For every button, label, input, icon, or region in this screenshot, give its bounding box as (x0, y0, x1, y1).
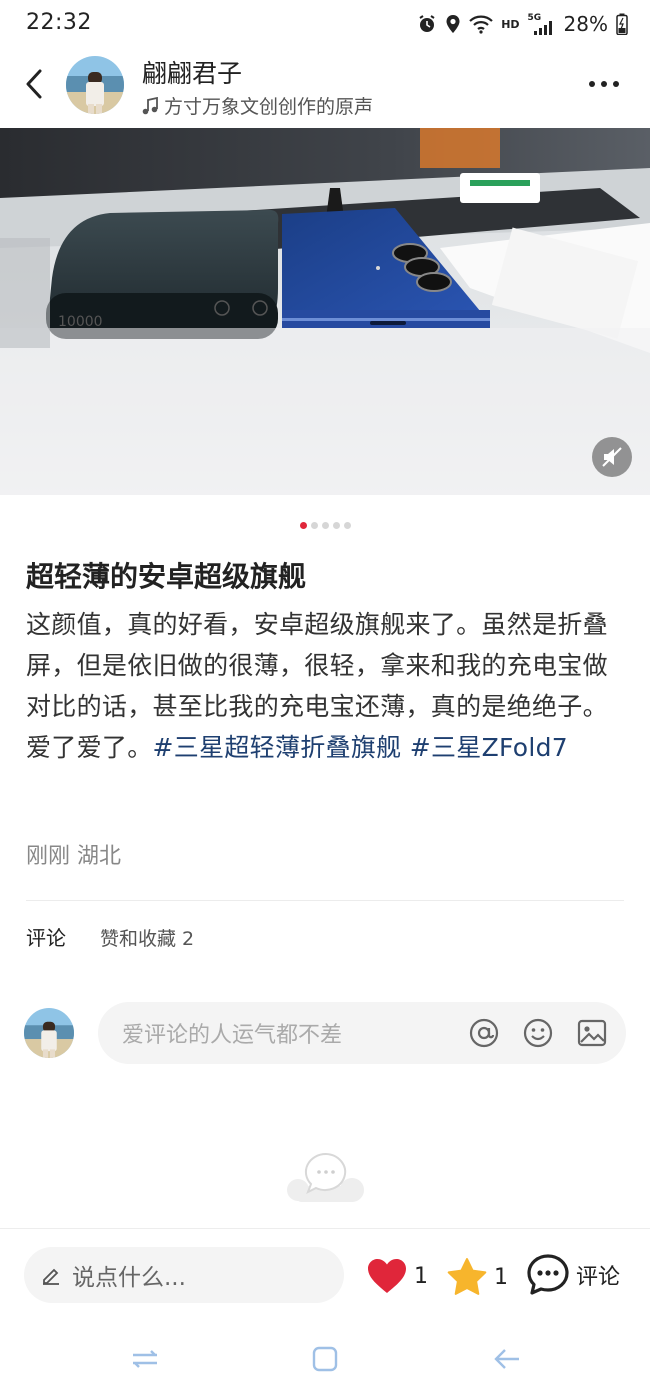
at-icon[interactable] (468, 1017, 500, 1049)
status-time: 22:32 (26, 10, 92, 35)
post-media[interactable]: 10000 (0, 128, 650, 495)
carousel-dot (321, 522, 329, 529)
comment-label: 评论 (576, 1265, 621, 1290)
back-button[interactable] (16, 64, 52, 104)
post-meta: 刚刚 湖北 (26, 844, 121, 869)
carousel-indicator (0, 522, 650, 529)
comment-input[interactable]: 爱评论的人运气都不差 (98, 1002, 626, 1064)
heart-icon (368, 1259, 406, 1293)
music-source[interactable]: 方寸万象文创创作的原声 (142, 92, 373, 119)
music-title: 方寸万象文创创作的原声 (164, 96, 374, 118)
like-button[interactable]: 1 (366, 1257, 428, 1295)
status-icons: HD 5G 28% (417, 9, 628, 39)
comment-placeholder: 爱评论的人运气都不差 (122, 1023, 343, 1048)
svg-text:10000: 10000 (58, 314, 103, 330)
like-count: 1 (414, 1263, 428, 1289)
status-bar: 22:32 HD 5G 28% (0, 0, 650, 48)
pencil-icon (43, 1268, 59, 1285)
interaction-tabs: 评论 赞和收藏 2 (26, 922, 194, 951)
signal-icon (533, 21, 552, 35)
wifi-icon (469, 15, 493, 34)
battery-percent: 28% (563, 12, 608, 36)
say-something-input[interactable]: 说点什么... (24, 1247, 344, 1303)
more-dots-icon (589, 81, 619, 87)
empty-comments-illustration (286, 1150, 366, 1210)
home-button[interactable] (310, 1344, 340, 1374)
author-name[interactable]: 翩翩君子 (142, 54, 242, 90)
comment-composer: 爱评论的人运气都不差 (0, 1002, 650, 1066)
network-type-label: 5G (528, 13, 554, 35)
carousel-dot (343, 522, 351, 529)
comment-button[interactable]: 评论 (526, 1253, 620, 1297)
hashtag[interactable]: #三星ZFold7 (410, 733, 568, 762)
favorite-button[interactable]: 1 (446, 1257, 508, 1297)
back-chevron-icon (26, 69, 42, 99)
location-icon (446, 15, 460, 33)
post-header: 翩翩君子 方寸万象文创创作的原声 (0, 48, 650, 128)
bottom-action-bar: 说点什么... 1 1 评论 (0, 1228, 650, 1324)
image-icon[interactable] (576, 1017, 608, 1049)
comment-tools (468, 1017, 608, 1049)
emoji-icon[interactable] (522, 1017, 554, 1049)
more-button[interactable] (584, 70, 624, 98)
recent-apps-button[interactable] (130, 1344, 160, 1374)
carousel-dot (310, 522, 318, 529)
divider (26, 900, 624, 901)
carousel-dot (332, 522, 340, 529)
battery-icon (616, 13, 628, 35)
speaker-muted-icon (602, 447, 622, 467)
star-icon (447, 1258, 487, 1295)
system-navigation-bar (0, 1330, 650, 1386)
tab-likes-favorites[interactable]: 赞和收藏 2 (100, 924, 194, 951)
back-nav-button[interactable] (492, 1344, 522, 1374)
recent-apps-icon (133, 1350, 157, 1368)
hashtag[interactable]: #三星超轻薄折叠旗舰 (153, 733, 402, 762)
back-arrow-icon (494, 1349, 519, 1369)
say-placeholder: 说点什么... (72, 1265, 186, 1291)
alarm-icon (419, 15, 435, 32)
comment-bubble-icon (527, 1254, 569, 1295)
favorite-count: 1 (494, 1264, 508, 1290)
post-body: 这颜值，真的好看，安卓超级旗舰来了。虽然是折叠屏，但是依旧做的很薄，很轻，拿来和… (26, 604, 626, 768)
product-photo: 10000 (0, 128, 650, 495)
music-note-icon (142, 96, 158, 114)
carousel-dot (299, 522, 307, 529)
network-hd-label: HD (501, 17, 520, 31)
post-title: 超轻薄的安卓超级旗舰 (26, 560, 307, 593)
mute-button[interactable] (592, 437, 632, 477)
author-avatar[interactable] (66, 56, 124, 114)
tab-comments[interactable]: 评论 (26, 922, 66, 951)
home-icon (312, 1346, 338, 1372)
user-avatar (24, 1008, 74, 1058)
